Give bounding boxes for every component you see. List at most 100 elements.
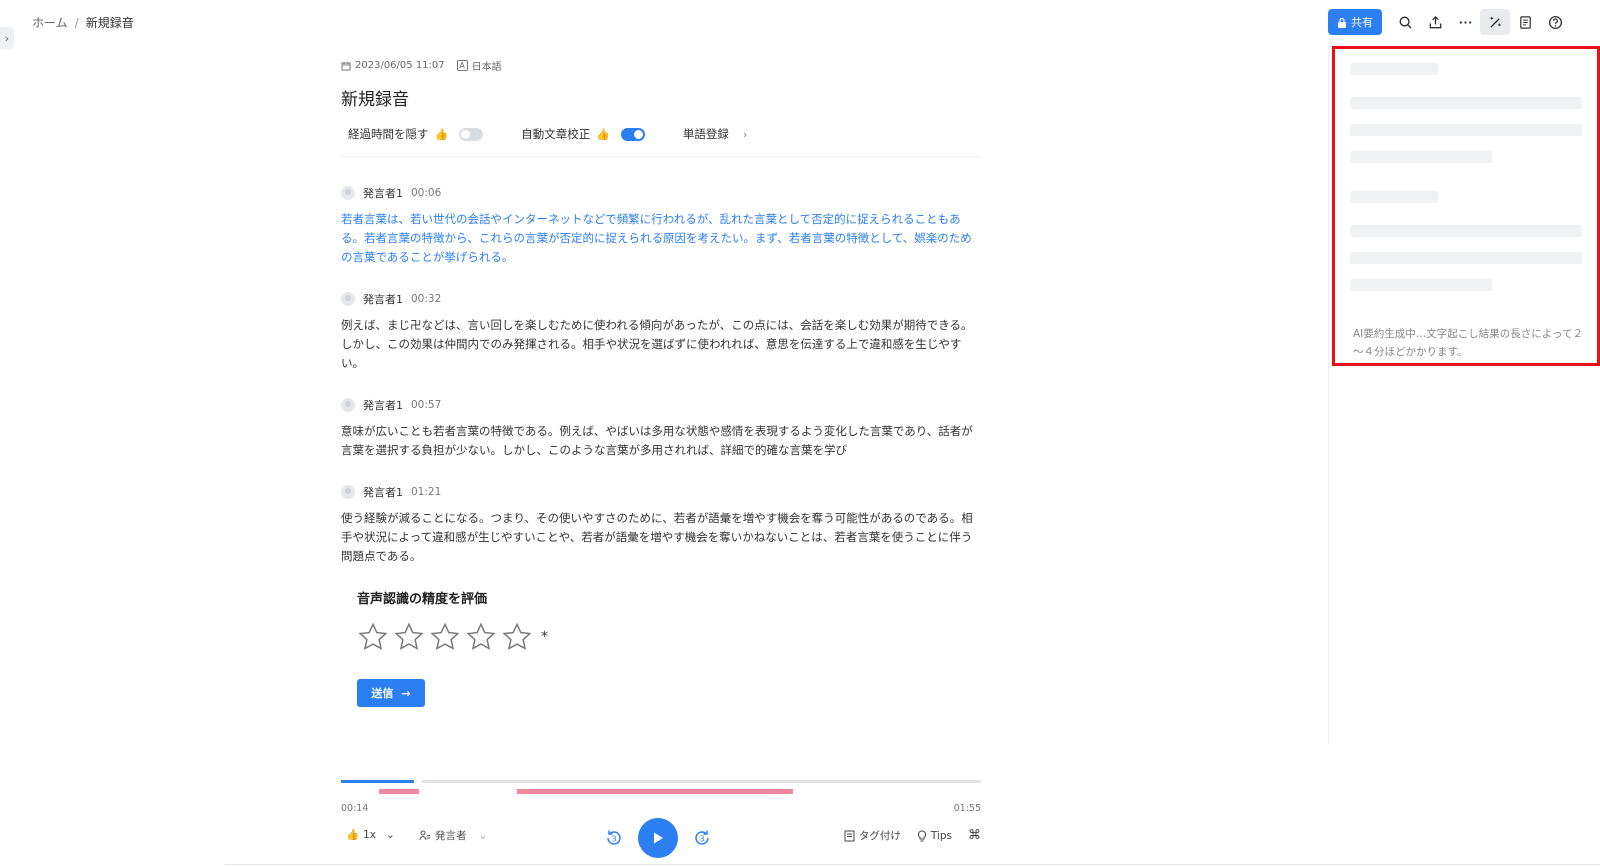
speaker-name[interactable]: 発言者1: [363, 291, 403, 307]
skeleton-line: [1350, 151, 1492, 163]
language-icon: A: [456, 60, 468, 71]
play-button[interactable]: [638, 818, 678, 858]
more-button[interactable]: [1450, 9, 1480, 35]
page-title[interactable]: 新規録音: [341, 85, 981, 110]
star-icon[interactable]: [465, 621, 497, 653]
svg-text:3: 3: [611, 835, 616, 844]
shortcuts-button[interactable]: ⌘: [968, 828, 981, 843]
skip-forward-button[interactable]: 3: [692, 828, 712, 848]
calendar-icon: [341, 61, 351, 70]
tips-button[interactable]: Tips: [917, 830, 952, 842]
fast-forward-icon: 3: [695, 830, 709, 845]
star-icon[interactable]: [357, 621, 389, 653]
speed-select[interactable]: 👍 1x ⌄: [346, 828, 395, 842]
speaker-segment-bar: [517, 789, 793, 794]
segment-text[interactable]: 若者言葉は、若い世代の会話やインターネットなどで頻繁に行われるが、乱れた言葉とし…: [341, 210, 981, 267]
speaker-filter-select[interactable]: 発言者 ⌄: [419, 828, 487, 843]
segment-time[interactable]: 00:06: [411, 187, 441, 199]
recording-language[interactable]: A 日本語: [456, 58, 502, 73]
transcript-segment: 発言者1 00:57 意味が広いことも若者言葉の特徴である。例えば、やばいは多用な状…: [341, 397, 981, 460]
transcript-controls: 経過時間を隠す 👍 自動文章校正 👍 単語登録 ›: [341, 124, 981, 157]
toolbar: 共有: [1328, 9, 1570, 35]
ai-summary-panel: AI要約生成中…文字起こし結果の長さによって２～４分ほどかかります。: [1332, 46, 1600, 366]
tips-label: Tips: [930, 829, 952, 842]
help-button[interactable]: [1540, 9, 1570, 35]
chevron-down-icon: ⌄: [478, 829, 488, 842]
player-extra-controls: タグ付け Tips ⌘: [844, 828, 981, 843]
recording-meta: 2023/06/05 11:07 A 日本語: [341, 58, 981, 73]
segment-text[interactable]: 使う経験が減ることになる。つまり、その使いやすさのために、若者が語彙を増やす機会…: [341, 509, 981, 566]
segment-header: 発言者1 00:32: [341, 291, 981, 307]
audio-player: 00:14 01:55 👍 1x ⌄ 発言者 ⌄ 3 3 タグ付け Tips ⌘: [341, 778, 981, 866]
seek-bar[interactable]: [341, 780, 981, 783]
transcript-segment: 発言者1 00:06 若者言葉は、若い世代の会話やインターネットなどで頻繁に行われる…: [341, 185, 981, 267]
auto-correct-control: 自動文章校正 👍: [521, 126, 645, 142]
speaker-name[interactable]: 発言者1: [363, 484, 403, 500]
segment-header: 発言者1 01:21: [341, 484, 981, 500]
notes-button[interactable]: [1510, 9, 1540, 35]
skip-back-button[interactable]: 3: [604, 828, 624, 848]
star-icon[interactable]: [429, 621, 461, 653]
elapsed-time: 00:14: [341, 803, 369, 814]
ai-summary-button[interactable]: [1480, 9, 1510, 35]
rating-title: 音声認識の精度を評価: [357, 592, 488, 607]
svg-text:3: 3: [699, 835, 704, 844]
bookmark-icon: [844, 830, 855, 841]
transcript-segments: 発言者1 00:06 若者言葉は、若い世代の会話やインターネットなどで頻繁に行われる…: [341, 185, 981, 566]
total-time: 01:55: [953, 803, 981, 814]
accuracy-rating: 音声認識の精度を評価 * 送信 →: [357, 588, 981, 707]
segment-time[interactable]: 00:57: [411, 399, 441, 411]
speaker-name[interactable]: 発言者1: [363, 185, 403, 201]
magic-wand-icon: [1489, 16, 1501, 28]
auto-correct-label: 自動文章校正: [521, 127, 591, 141]
rewind-icon: 3: [607, 830, 621, 845]
search-button[interactable]: [1390, 9, 1420, 35]
required-mark: *: [541, 629, 548, 645]
hide-elapsed-toggle[interactable]: [459, 127, 484, 141]
datetime-text: 2023/06/05 11:07: [355, 60, 445, 71]
tag-button[interactable]: タグ付け: [844, 828, 901, 843]
breadcrumb-home[interactable]: ホーム: [32, 14, 68, 31]
transcript-segment: 発言者1 00:32 例えば、まじ卍などは、言い回しを楽しむために使われる傾向があっ…: [341, 291, 981, 373]
star-icon[interactable]: [501, 621, 533, 653]
speaker-name[interactable]: 発言者1: [363, 397, 403, 413]
speaker-filter-label: 発言者: [435, 830, 467, 842]
segment-time[interactable]: 01:21: [411, 486, 441, 498]
speed-label: 1x: [363, 828, 376, 841]
lock-icon: [1338, 17, 1346, 28]
word-register-link[interactable]: 単語登録 ›: [683, 126, 747, 142]
bottom-divider: [225, 864, 1600, 865]
transcript-segment: 発言者1 01:21 使う経験が減ることになる。つまり、その使いやすさのために、若者…: [341, 484, 981, 566]
chevron-right-icon: ›: [742, 127, 748, 141]
skeleton-line: [1350, 63, 1438, 75]
hide-elapsed-control: 経過時間を隠す 👍: [348, 126, 484, 142]
sidebar-expand-icon[interactable]: ›: [0, 27, 14, 49]
search-icon: [1399, 16, 1412, 29]
submit-button[interactable]: 送信 →: [357, 679, 425, 707]
segment-time[interactable]: 00:32: [411, 293, 441, 305]
document-icon: [1519, 15, 1531, 29]
lightbulb-icon: [917, 829, 926, 841]
segment-header: 発言者1 00:57: [341, 397, 981, 413]
word-register-label: 単語登録: [682, 127, 729, 141]
segment-text[interactable]: 例えば、まじ卍などは、言い回しを楽しむために使われる傾向があったが、この点には、…: [341, 316, 981, 373]
auto-correct-toggle[interactable]: [620, 127, 645, 141]
segment-text[interactable]: 意味が広いことも若者言葉の特徴である。例えば、やばいは多用な状態や感情を表現する…: [341, 422, 981, 460]
breadcrumb-separator: /: [74, 15, 79, 30]
player-controls: 👍 1x ⌄ 発言者 ⌄ 3 3 タグ付け Tips ⌘: [341, 818, 981, 858]
language-text: 日本語: [471, 62, 502, 73]
rating-stars: *: [357, 621, 981, 653]
export-button[interactable]: [1420, 9, 1450, 35]
segment-header: 発言者1 00:06: [341, 185, 981, 201]
avatar: [341, 398, 355, 412]
play-icon: [654, 832, 663, 844]
skeleton-line: [1350, 124, 1582, 136]
ai-summary-status: AI要約生成中…文字起こし結果の長さによって２～４分ほどかかります。: [1353, 328, 1583, 358]
chevron-down-icon: ⌄: [385, 828, 395, 841]
star-icon[interactable]: [393, 621, 425, 653]
share-button[interactable]: 共有: [1328, 9, 1382, 35]
thumbs-up-icon: 👍: [346, 829, 360, 841]
skeleton-line: [1350, 225, 1582, 237]
seek-progress: [341, 780, 418, 783]
submit-label: 送信: [371, 687, 394, 700]
